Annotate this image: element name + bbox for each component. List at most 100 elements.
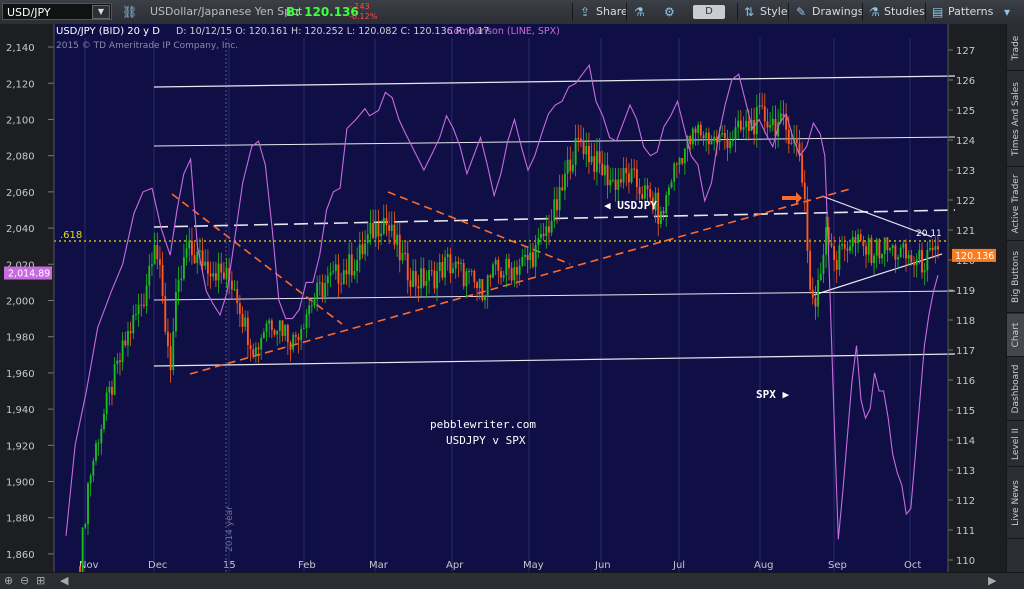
- right-axis-tick: 110: [956, 556, 975, 567]
- zoom-fit-icon[interactable]: ⊞: [36, 574, 45, 588]
- candle-body: [731, 139, 734, 141]
- drawings-button[interactable]: Drawings: [812, 0, 863, 24]
- subtitle-text: USDJPY v SPX: [446, 434, 526, 447]
- candle-body: [406, 253, 409, 281]
- studies-icon[interactable]: ⚗: [869, 0, 880, 24]
- sidebar-tab-dashboard[interactable]: Dashboard: [1007, 358, 1024, 420]
- x-axis-label: Oct: [904, 560, 921, 571]
- candle-body: [236, 289, 239, 304]
- candle-body: [526, 254, 529, 260]
- link-icon[interactable]: ⛓: [122, 0, 137, 24]
- candle-body: [143, 304, 145, 306]
- style-icon[interactable]: ⇅: [744, 0, 754, 24]
- candle-body: [225, 267, 228, 279]
- candle-body: [835, 260, 838, 270]
- patterns-icon[interactable]: ▤: [932, 0, 943, 24]
- comparison-label: Comparison (LINE, SPX): [447, 26, 560, 37]
- flask-icon[interactable]: ⚗: [634, 0, 645, 24]
- candle-body: [683, 148, 686, 164]
- candle-body: [321, 282, 324, 298]
- candle-body: [342, 270, 345, 284]
- candle-body: [867, 237, 870, 255]
- left-axis-tick: 2,140: [6, 43, 35, 54]
- candle-body: [121, 340, 124, 363]
- candle-body: [476, 282, 478, 289]
- share-button[interactable]: Share: [596, 0, 628, 24]
- sidebar-tab-level-ii[interactable]: Level II: [1007, 422, 1024, 466]
- candle-body: [537, 238, 540, 246]
- price-change: -.143 -0.12%: [349, 2, 377, 22]
- candle-body: [830, 243, 833, 247]
- candle-body: [713, 136, 716, 141]
- share-icon[interactable]: ⇪: [580, 0, 590, 24]
- candle-body: [926, 249, 929, 271]
- candle-body: [545, 226, 548, 237]
- drawings-icon[interactable]: ✎: [796, 0, 806, 24]
- candle-body: [161, 264, 164, 296]
- candle-body: [481, 279, 484, 301]
- candle-body: [729, 140, 732, 148]
- fib-618-label: .618: [60, 230, 82, 241]
- candle-body: [500, 270, 502, 278]
- left-axis-tick: 2,060: [6, 188, 35, 199]
- candle-body: [374, 223, 377, 238]
- sidebar-tab-chart[interactable]: Chart: [1007, 314, 1024, 356]
- candle-body: [529, 252, 532, 260]
- candle-body: [897, 257, 899, 260]
- style-button[interactable]: Style: [760, 0, 788, 24]
- dropdown-icon[interactable]: ▾: [1004, 0, 1010, 24]
- candle-body: [198, 250, 201, 252]
- candle-body: [707, 132, 710, 145]
- candle-body: [673, 163, 676, 182]
- candle-body: [201, 250, 204, 266]
- candle-body: [398, 234, 401, 261]
- candle-body: [787, 129, 790, 145]
- studies-button[interactable]: Studies: [884, 0, 925, 24]
- candle-body: [667, 187, 670, 196]
- candle-body: [372, 222, 375, 238]
- candle-body: [854, 236, 857, 243]
- candle-body: [190, 240, 193, 256]
- patterns-button[interactable]: Patterns: [948, 0, 993, 24]
- price-chart[interactable]: 2,1402,1202,1002,0802,0602,0402,0202,000…: [0, 24, 1006, 572]
- bid-price: B: 120.136: [286, 5, 359, 19]
- sidebar-tab-active-trader[interactable]: Active Trader: [1007, 168, 1024, 240]
- zoom-icon[interactable]: ⊕: [4, 574, 13, 588]
- candle-body: [561, 187, 564, 191]
- candle-body: [129, 331, 132, 334]
- scroll-left-icon[interactable]: ◀: [60, 574, 68, 588]
- candle-body: [265, 323, 268, 333]
- right-axis-tick: 113: [956, 466, 975, 477]
- candle-body: [886, 237, 889, 251]
- symbol-dropdown-icon[interactable]: ▼: [92, 5, 110, 19]
- gear-icon[interactable]: ⚙: [664, 0, 675, 24]
- candle-body: [795, 138, 798, 144]
- candle-body: [811, 289, 814, 298]
- candle-body: [697, 124, 700, 133]
- candle-body: [590, 156, 593, 163]
- sidebar-tab-live-news[interactable]: Live News: [1007, 468, 1024, 538]
- candle-body: [286, 324, 289, 343]
- candle-body: [340, 283, 343, 285]
- candle-body: [113, 364, 116, 395]
- left-axis-tick: 1,880: [6, 514, 35, 525]
- candle-body: [548, 226, 550, 233]
- change-pct: -0.12%: [349, 12, 378, 21]
- candle-body: [244, 317, 247, 327]
- candle-body: [769, 125, 772, 128]
- candle-body: [745, 120, 748, 128]
- candle-body: [761, 105, 764, 107]
- symbol-description: USDollar/Japanese Yen Spot: [150, 5, 303, 18]
- scroll-right-icon[interactable]: ▶: [988, 574, 996, 588]
- candle-body: [606, 165, 609, 186]
- sidebar-tab-trade[interactable]: Trade: [1007, 26, 1024, 70]
- candle-body: [662, 211, 665, 214]
- period-selector[interactable]: D: [693, 5, 725, 19]
- zoom-out-icon[interactable]: ⊖: [20, 574, 29, 588]
- sidebar-tab-times-and-sales[interactable]: Times And Sales: [1007, 72, 1024, 166]
- candle-body: [324, 283, 327, 298]
- sidebar-tab-big-buttons[interactable]: Big Buttons: [1007, 242, 1024, 312]
- candle-body: [305, 314, 308, 328]
- candle-body: [937, 246, 939, 250]
- candle-body: [649, 188, 652, 198]
